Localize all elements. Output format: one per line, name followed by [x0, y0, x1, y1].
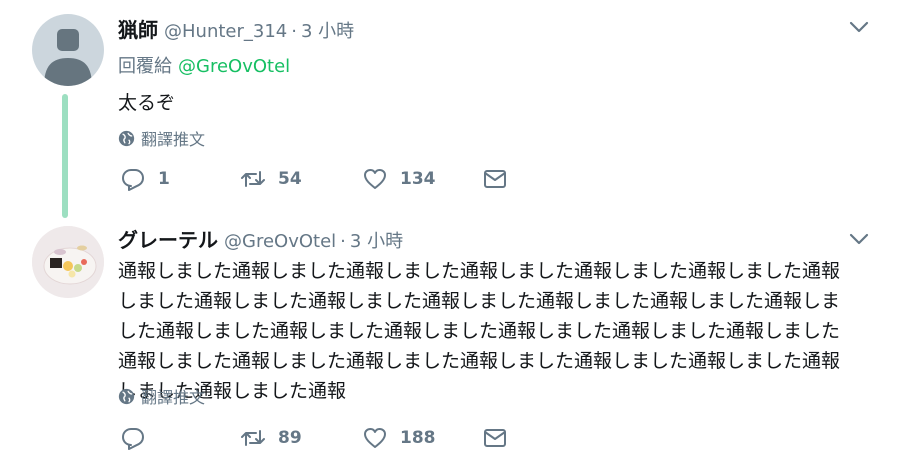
- chevron-down-icon[interactable]: [848, 16, 870, 38]
- like-icon: [364, 428, 386, 448]
- retweet-icon: [241, 430, 265, 446]
- reply-mention-link[interactable]: @GreOvOtel: [178, 56, 290, 77]
- timestamp[interactable]: 3 小時: [301, 17, 354, 43]
- like-icon: [364, 169, 386, 189]
- translate-label: 翻譯推文: [141, 388, 206, 407]
- message-icon: [484, 429, 506, 447]
- globe-icon: [118, 130, 135, 146]
- avatar[interactable]: [32, 14, 104, 86]
- tweet[interactable]: グレーテル @GreOvOtel · 3 小時 通報しました通報しました通報しま…: [0, 222, 908, 453]
- reply-button[interactable]: 1: [120, 166, 170, 192]
- avatar[interactable]: [32, 226, 104, 298]
- retweet-button[interactable]: 54: [240, 166, 302, 192]
- retweet-count: 89: [278, 428, 302, 448]
- translate-tweet-link[interactable]: 翻譯推文: [118, 126, 205, 150]
- user-handle[interactable]: @Hunter_314: [164, 21, 287, 42]
- reply-icon: [122, 428, 144, 450]
- retweet-count: 54: [278, 169, 302, 189]
- separator-dot: ·: [291, 21, 297, 42]
- tweet-header: 猟師 @Hunter_314 · 3 小時: [118, 14, 354, 43]
- reply-count: 1: [158, 169, 170, 189]
- display-name[interactable]: 猟師: [118, 14, 158, 43]
- timestamp[interactable]: 3 小時: [350, 227, 403, 253]
- like-button[interactable]: 188: [362, 425, 436, 451]
- tweet-text: 通報しました通報しました通報しました通報しました通報しました通報しました通報しま…: [118, 260, 841, 402]
- display-name[interactable]: グレーテル: [118, 224, 218, 253]
- retweet-button[interactable]: 89: [240, 425, 302, 451]
- message-icon: [484, 170, 506, 188]
- like-count: 134: [400, 169, 436, 189]
- retweet-icon: [241, 171, 265, 187]
- separator-dot: ·: [340, 231, 346, 252]
- tweet-text: 太るぞ: [118, 92, 176, 114]
- like-button[interactable]: 134: [362, 166, 436, 192]
- chevron-down-icon[interactable]: [848, 228, 870, 250]
- direct-message-button[interactable]: [482, 425, 508, 451]
- like-count: 188: [400, 428, 436, 448]
- reply-context: 回覆給 @GreOvOtel: [118, 52, 290, 78]
- translate-tweet-link[interactable]: 翻譯推文: [118, 384, 205, 408]
- translate-label: 翻譯推文: [141, 130, 206, 149]
- reply-prefix: 回覆給: [118, 56, 172, 77]
- reply-button[interactable]: [120, 425, 158, 451]
- thread-connector-line: [62, 94, 68, 218]
- default-avatar-icon: [44, 29, 92, 86]
- tweet[interactable]: 猟師 @Hunter_314 · 3 小時 回覆給 @GreOvOtel 太るぞ …: [0, 0, 908, 222]
- globe-icon: [118, 388, 135, 404]
- direct-message-button[interactable]: [482, 166, 508, 192]
- food-photo-avatar-icon: [32, 226, 104, 298]
- user-handle[interactable]: @GreOvOtel: [224, 231, 336, 252]
- reply-icon: [122, 169, 144, 191]
- tweet-header: グレーテル @GreOvOtel · 3 小時: [118, 224, 403, 253]
